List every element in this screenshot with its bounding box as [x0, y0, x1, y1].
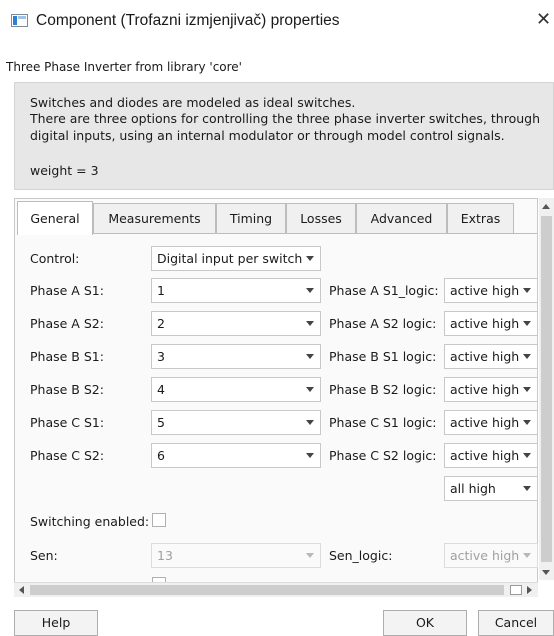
chevron-down-icon — [523, 354, 531, 359]
sen-logic-label: Sen_logic: — [329, 548, 393, 563]
chevron-down-icon — [523, 321, 531, 326]
phase-a-s1-logic-select[interactable]: active high — [444, 278, 538, 303]
sen-value: 13 — [157, 548, 173, 563]
chevron-down-icon — [306, 553, 314, 558]
tab-general[interactable]: General — [17, 201, 93, 235]
close-icon[interactable]: ✕ — [536, 9, 551, 30]
phase-a-s1-value: 1 — [157, 283, 165, 298]
tab-losses[interactable]: Losses — [286, 203, 356, 233]
phase-a-s2-value: 2 — [157, 316, 165, 331]
tab-timing[interactable]: Timing — [216, 203, 286, 233]
scroll-up-arrow-icon[interactable] — [542, 204, 550, 209]
phase-a-s2-logic-select[interactable]: active high — [444, 311, 538, 336]
all-logic-value: all high — [450, 481, 496, 496]
cancel-button[interactable]: Cancel — [478, 610, 554, 636]
chevron-down-icon — [523, 553, 531, 558]
phase-c-s2-label: Phase C S2: — [30, 448, 105, 463]
weight-text: weight = 3 — [30, 163, 99, 178]
scroll-corner — [510, 585, 522, 595]
phase-a-s1-label: Phase A S1: — [30, 283, 104, 298]
component-subtitle: Three Phase Inverter from library 'core' — [6, 60, 242, 74]
control-select[interactable]: Digital input per switch — [151, 246, 321, 271]
vertical-scrollbar[interactable] — [539, 198, 554, 580]
phase-c-s2-select[interactable]: 6 — [151, 443, 321, 468]
chevron-down-icon — [306, 256, 314, 261]
chevron-down-icon — [523, 387, 531, 392]
chevron-down-icon — [306, 321, 314, 326]
tab-bar: General Measurements Timing Losses Advan… — [17, 201, 537, 235]
chevron-down-icon — [306, 420, 314, 425]
tab-divider — [17, 233, 537, 234]
phase-c-s2-value: 6 — [157, 448, 165, 463]
phase-c-s2-logic-value: active high — [450, 448, 520, 463]
description-box: Switches and diodes are modeled as ideal… — [14, 82, 554, 190]
phase-c-s1-select[interactable]: 5 — [151, 410, 321, 435]
phase-a-s2-select[interactable]: 2 — [151, 311, 321, 336]
chevron-down-icon — [306, 387, 314, 392]
phase-c-s1-value: 5 — [157, 415, 165, 430]
sen-logic-value: active high — [450, 548, 520, 563]
scroll-right-arrow-icon[interactable] — [527, 586, 532, 594]
phase-b-s2-logic-select[interactable]: active high — [444, 377, 538, 402]
phase-a-s1-logic-value: active high — [450, 283, 520, 298]
phase-c-s1-logic-label: Phase C S1 logic: — [329, 415, 437, 430]
tab-extras[interactable]: Extras — [447, 203, 514, 233]
tab-advanced[interactable]: Advanced — [356, 203, 447, 233]
chevron-down-icon — [306, 453, 314, 458]
control-value: Digital input per switch — [157, 251, 303, 266]
phase-b-s2-select[interactable]: 4 — [151, 377, 321, 402]
phase-c-s1-label: Phase C S1: — [30, 415, 105, 430]
chevron-down-icon — [306, 354, 314, 359]
phase-c-s2-logic-label: Phase C S2 logic: — [329, 448, 437, 463]
phase-a-s2-logic-label: Phase A S2 logic: — [329, 316, 437, 331]
chevron-down-icon — [523, 453, 531, 458]
description-line: There are three options for controlling … — [30, 111, 541, 126]
phase-c-s1-logic-select[interactable]: active high — [444, 410, 538, 435]
sen-label: Sen: — [30, 548, 58, 563]
chevron-down-icon — [523, 288, 531, 293]
description-line: digital inputs, using an internal modula… — [30, 128, 505, 143]
switching-enabled-checkbox[interactable] — [152, 513, 166, 527]
tab-measurements[interactable]: Measurements — [93, 203, 216, 233]
control-label: Control: — [30, 251, 80, 266]
phase-a-s2-logic-value: active high — [450, 316, 520, 331]
window-title: Component (Trofazni izmjenjivač) propert… — [36, 12, 340, 29]
all-logic-select[interactable]: all high — [444, 476, 538, 501]
description-line: Switches and diodes are modeled as ideal… — [30, 95, 356, 110]
chevron-down-icon — [523, 486, 531, 491]
horizontal-scrollbar[interactable] — [14, 582, 538, 597]
switching-enabled-label: Switching enabled: — [30, 514, 150, 529]
phase-c-s2-logic-select[interactable]: active high — [444, 443, 538, 468]
phase-a-s2-label: Phase A S2: — [30, 316, 104, 331]
phase-b-s2-label: Phase B S2: — [30, 382, 104, 397]
phase-b-s1-logic-value: active high — [450, 349, 520, 364]
phase-b-s2-value: 4 — [157, 382, 165, 397]
phase-b-s2-logic-value: active high — [450, 382, 520, 397]
phase-c-s1-logic-value: active high — [450, 415, 520, 430]
chevron-down-icon — [306, 288, 314, 293]
phase-a-s1-select[interactable]: 1 — [151, 278, 321, 303]
help-button[interactable]: Help — [14, 610, 98, 636]
sen-logic-select[interactable]: active high — [444, 543, 538, 568]
chevron-down-icon — [523, 420, 531, 425]
component-window-icon — [11, 14, 28, 27]
ok-button[interactable]: OK — [383, 610, 467, 636]
title-bar: Component (Trofazni izmjenjivač) propert… — [0, 0, 554, 44]
phase-b-s1-select[interactable]: 3 — [151, 344, 321, 369]
scroll-down-arrow-icon[interactable] — [542, 570, 550, 575]
sen-select[interactable]: 13 — [151, 543, 321, 568]
phase-b-s1-label: Phase B S1: — [30, 349, 104, 364]
phase-b-s2-logic-label: Phase B S2 logic: — [329, 382, 437, 397]
phase-b-s1-logic-select[interactable]: active high — [444, 344, 538, 369]
phase-a-s1-logic-label: Phase A S1_logic: — [329, 283, 439, 298]
scroll-left-arrow-icon[interactable] — [19, 586, 24, 594]
horizontal-scroll-thumb[interactable] — [30, 585, 504, 595]
vertical-scroll-thumb[interactable] — [541, 216, 552, 562]
phase-b-s1-value: 3 — [157, 349, 165, 364]
phase-b-s1-logic-label: Phase B S1 logic: — [329, 349, 437, 364]
